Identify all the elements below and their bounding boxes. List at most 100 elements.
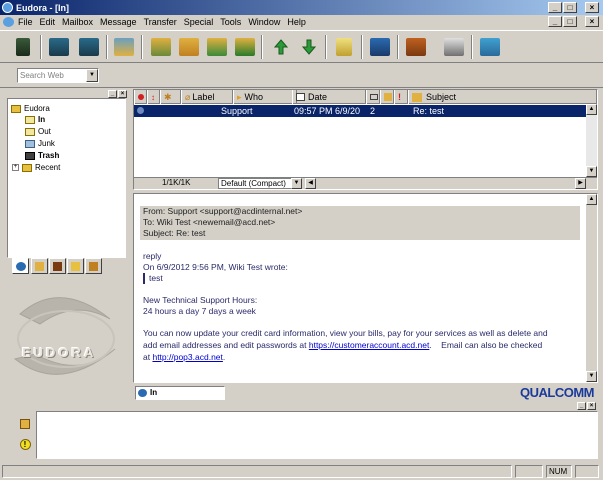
junk-score-icon: ✱ [164, 91, 172, 102]
previous-message-button[interactable] [268, 34, 294, 60]
forward-button[interactable] [204, 34, 230, 60]
list-header: ↕ ✱ ⌀ Label ▸ Who Date ! Subject [134, 90, 597, 104]
reply-all-button[interactable] [176, 34, 202, 60]
tree-item-eudora[interactable]: Eudora [11, 104, 50, 113]
task-status-icon [20, 419, 30, 429]
folder-icon [11, 104, 21, 113]
reply-icon [151, 38, 171, 56]
task-status-button[interactable] [18, 417, 32, 431]
menu-window[interactable]: Window [248, 17, 280, 27]
menu-edit[interactable]: Edit [40, 17, 56, 27]
column-attachment[interactable]: ✱ [160, 90, 181, 104]
tree-item-junk[interactable]: Junk [25, 139, 55, 148]
header-from: From: Support <support@acdinternal.net> [143, 206, 303, 216]
column-subject[interactable]: Subject [408, 90, 597, 104]
doc-restore-button[interactable]: □ [563, 16, 577, 27]
new-message-button[interactable] [111, 34, 137, 60]
column-status[interactable] [134, 90, 147, 104]
menu-file[interactable]: File [18, 17, 33, 27]
close-button[interactable]: × [585, 2, 599, 13]
mailbox-tab-in[interactable]: In [135, 386, 225, 400]
next-message-button[interactable] [296, 34, 322, 60]
status-scroll-lock [575, 465, 599, 478]
minimize-button[interactable]: _ [548, 2, 562, 13]
doc-minimize-button[interactable]: _ [548, 16, 562, 27]
redirect-button[interactable] [232, 34, 258, 60]
tree-item-out[interactable]: Out [25, 127, 51, 136]
junk-icon [25, 139, 35, 148]
doc-close-button[interactable]: × [585, 16, 599, 27]
eudora-icon [15, 261, 26, 271]
column-server[interactable] [380, 90, 394, 104]
tree-item-recent[interactable]: + Recent [12, 163, 60, 172]
mailbox-tab-bar: In QUALCOMM [133, 384, 598, 404]
tab-mailboxes[interactable] [12, 258, 29, 274]
scroll-left-icon[interactable]: ◀ [305, 178, 316, 189]
panel-close-button[interactable]: × [118, 90, 127, 98]
print-button[interactable] [441, 34, 467, 60]
redirect-icon [235, 38, 255, 56]
document-icon[interactable] [3, 17, 14, 27]
window-title: Eudora - [In] [16, 2, 69, 13]
find-button[interactable] [367, 34, 393, 60]
panel-minimize-button[interactable]: _ [108, 90, 117, 98]
app-icon [2, 2, 13, 13]
message-headers: From: Support <support@acdinternal.net> … [140, 206, 580, 240]
menu-message[interactable]: Message [100, 17, 137, 27]
message-size: 2 [370, 106, 376, 116]
column-who[interactable]: ▸ Who [233, 90, 297, 104]
tab-file-browser[interactable] [31, 258, 48, 274]
preview-scrollbar[interactable]: ▲ ▼ [586, 194, 597, 382]
calendar-icon [296, 93, 305, 101]
tab-signatures[interactable] [67, 258, 84, 274]
menu-mailbox[interactable]: Mailbox [62, 17, 93, 27]
help-button[interactable] [477, 34, 503, 60]
maximize-button[interactable]: □ [563, 2, 577, 13]
menu-tools[interactable]: Tools [220, 17, 241, 27]
reply-button[interactable] [148, 34, 174, 60]
column-date[interactable]: Date [292, 90, 366, 104]
column-size[interactable] [366, 90, 380, 104]
attach-button[interactable] [331, 34, 357, 60]
pop3-link[interactable]: http://pop3.acd.net [152, 352, 222, 362]
address-book-icon [406, 38, 426, 56]
menu-help[interactable]: Help [287, 17, 306, 27]
delete-button[interactable] [10, 34, 36, 60]
scroll-down-icon[interactable]: ▼ [586, 371, 597, 382]
scroll-up-icon[interactable]: ▲ [586, 194, 597, 205]
task-close-button[interactable]: × [587, 402, 596, 410]
tree-item-in[interactable]: In [25, 115, 45, 124]
send-queued-button[interactable] [76, 34, 102, 60]
message-list: ↕ ✱ ⌀ Label ▸ Who Date ! Subject Support 0… [133, 89, 598, 190]
list-scrollbar[interactable]: ▲ ▼ [586, 104, 597, 177]
hours-text: 24 hours a day 7 days a week [143, 306, 256, 316]
scroll-down-icon[interactable]: ▼ [586, 166, 597, 177]
check-mail-button[interactable] [46, 34, 72, 60]
inbox-icon [25, 115, 35, 124]
forward-icon [207, 38, 227, 56]
task-minimize-button[interactable]: _ [577, 402, 586, 410]
quoted-text: test [143, 273, 163, 284]
column-mood[interactable]: ! [394, 90, 408, 104]
view-selector[interactable]: Default (Compact) [218, 178, 302, 189]
scroll-up-icon[interactable]: ▲ [586, 104, 597, 115]
chevron-down-icon[interactable]: ▼ [291, 178, 302, 189]
expand-icon[interactable]: + [12, 164, 19, 171]
column-priority[interactable]: ↕ [147, 90, 160, 104]
message-who: Support [221, 106, 253, 116]
message-row[interactable]: Support 09:57 PM 6/9/20 2 Re: test [134, 105, 591, 117]
attach-document-icon [336, 38, 352, 56]
customer-account-link[interactable]: https://customeraccount.acd.net [309, 340, 429, 350]
chevron-down-icon[interactable]: ▼ [86, 69, 98, 82]
tab-stationery[interactable] [85, 258, 102, 274]
task-error-button[interactable]: ! [18, 437, 32, 451]
tab-address-book[interactable] [49, 258, 66, 274]
tree-item-trash[interactable]: Trash [25, 151, 59, 160]
scroll-right-icon[interactable]: ▶ [575, 178, 586, 189]
menu-transfer[interactable]: Transfer [144, 17, 177, 27]
label-icon: ⌀ [185, 91, 191, 102]
address-book-button[interactable] [403, 34, 429, 60]
menu-special[interactable]: Special [184, 17, 214, 27]
read-status-icon [137, 107, 144, 114]
column-label[interactable]: ⌀ Label [181, 90, 233, 104]
